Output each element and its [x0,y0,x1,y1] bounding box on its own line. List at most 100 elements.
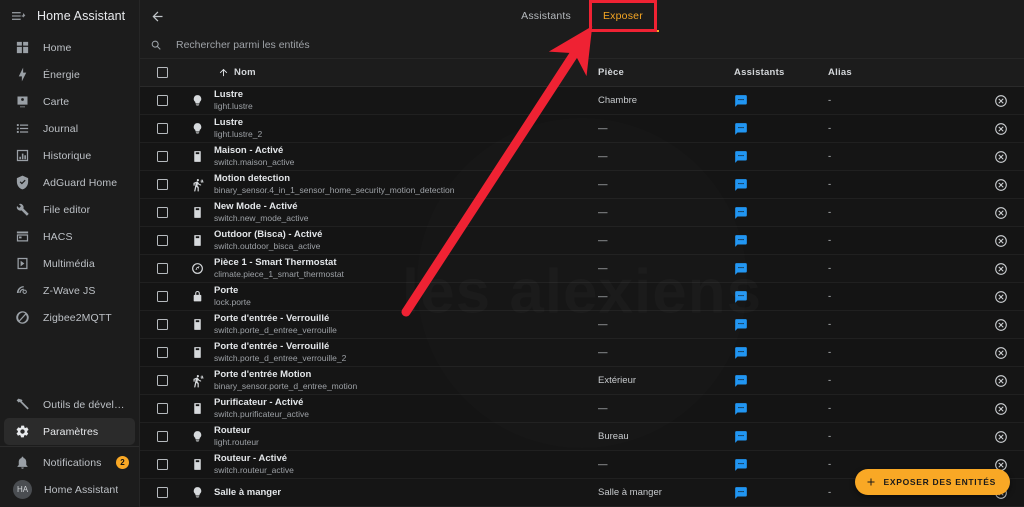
row-checkbox-cell [140,403,184,414]
sidebar-item-energie[interactable]: Énergie [4,61,135,88]
close-circle-icon[interactable] [994,94,1008,108]
close-circle-icon[interactable] [994,150,1008,164]
table-row[interactable]: Routeur light.routeur Bureau - [140,423,1024,451]
sidebar-divider [0,446,139,447]
row-checkbox[interactable] [156,95,168,106]
table-row[interactable]: Pièce 1 - Smart Thermostat climate.piece_… [140,255,1024,283]
table-row[interactable]: Porte d'entrée - Verrouillé switch.porte_… [140,339,1024,367]
sidebar-item-home[interactable]: Home [4,34,135,61]
table-row[interactable]: Lustre light.lustre Chambre - [140,87,1024,115]
chat-bubble-icon[interactable] [734,233,749,248]
close-circle-icon[interactable] [994,318,1008,332]
entity-friendly-name: Porte d'entrée - Verrouillé [214,313,330,324]
entity-friendly-name: Salle à manger [214,486,282,498]
row-checkbox[interactable] [156,179,168,190]
close-circle-icon[interactable] [994,122,1008,136]
sidebar-item-parametres[interactable]: Paramètres [4,418,135,445]
row-checkbox[interactable] [156,319,168,330]
close-circle-icon[interactable] [994,234,1008,248]
close-circle-icon[interactable] [994,262,1008,276]
sidebar: Home Assistant Home Énergie Carte Journa… [0,0,140,507]
sidebar-item-historique[interactable]: Historique [4,142,135,169]
column-header-alias[interactable]: Alias [828,67,978,78]
table-row[interactable]: Purificateur - Activé switch.purificateur… [140,395,1024,423]
chat-bubble-icon[interactable] [734,457,749,472]
main-content: Assistants Exposer les alexiens [140,0,1024,507]
row-checkbox[interactable] [156,375,168,386]
chat-bubble-icon[interactable] [734,345,749,360]
sidebar-item-label: Zigbee2MQTT [43,311,112,324]
sidebar-item-label: Notifications [43,456,102,469]
entity-friendly-name: Routeur [214,425,251,436]
chat-bubble-icon[interactable] [734,485,749,500]
chat-bubble-icon[interactable] [734,429,749,444]
sidebar-item-multimedia[interactable]: Multimédia [4,250,135,277]
sidebar-item-carte[interactable]: Carte [4,88,135,115]
row-checkbox[interactable] [156,459,168,470]
row-checkbox[interactable] [156,123,168,134]
entity-name-cell: Pièce 1 - Smart Thermostat climate.piece_… [210,257,598,280]
sidebar-item-notifications[interactable]: Notifications 2 [4,449,135,476]
chat-bubble-icon[interactable] [734,149,749,164]
tab-exposer[interactable]: Exposer [586,0,659,32]
table-row[interactable]: Motion detection binary_sensor.4_in_1_sen… [140,171,1024,199]
sidebar-item-zigbee2mqtt[interactable]: Zigbee2MQTT [4,304,135,331]
close-circle-icon[interactable] [994,206,1008,220]
chat-bubble-icon[interactable] [734,205,749,220]
table-row[interactable]: Lustre light.lustre_2— - [140,115,1024,143]
entity-assistants-cell [734,205,828,220]
close-circle-icon[interactable] [994,178,1008,192]
column-header-piece[interactable]: Pièce [598,67,734,78]
row-checkbox[interactable] [156,291,168,302]
chat-bubble-icon[interactable] [734,373,749,388]
row-checkbox[interactable] [156,431,168,442]
chat-bubble-icon[interactable] [734,401,749,416]
row-checkbox[interactable] [156,151,168,162]
sidebar-item-user-profile[interactable]: HA Home Assistant [4,476,135,503]
chat-bubble-icon[interactable] [734,177,749,192]
sidebar-item-journal[interactable]: Journal [4,115,135,142]
entity-area: Bureau [598,431,629,442]
row-checkbox[interactable] [156,487,168,498]
row-checkbox-cell [140,151,184,162]
row-checkbox[interactable] [156,263,168,274]
table-row[interactable]: Porte d'entrée - Verrouillé switch.porte_… [140,311,1024,339]
table-row[interactable]: Porte lock.porte — - [140,283,1024,311]
arrow-left-icon[interactable] [140,0,174,32]
search-input[interactable] [176,39,1024,51]
chat-bubble-icon[interactable] [734,93,749,108]
hamburger-icon[interactable] [9,7,27,25]
row-checkbox[interactable] [156,347,168,358]
expose-entities-fab[interactable]: EXPOSER DES ENTITÉS [854,469,1010,495]
sidebar-item-outils-de-developpement[interactable]: Outils de développement [4,391,135,418]
close-circle-icon[interactable] [994,430,1008,444]
select-all-checkbox[interactable] [156,67,168,78]
sidebar-title: Home Assistant [37,9,126,23]
row-checkbox[interactable] [156,403,168,414]
chat-bubble-icon[interactable] [734,317,749,332]
sidebar-item-z-wave-js[interactable]: Z-Wave JS [4,277,135,304]
column-header-name[interactable]: Nom [210,67,598,78]
entity-assistants-cell [734,93,828,108]
chat-bubble-icon[interactable] [734,261,749,276]
close-circle-icon[interactable] [994,402,1008,416]
close-circle-icon[interactable] [994,346,1008,360]
table-row[interactable]: Maison - Activé switch.maison_active — - [140,143,1024,171]
close-circle-icon[interactable] [994,374,1008,388]
chat-bubble-icon[interactable] [734,289,749,304]
sidebar-item-hacs[interactable]: HACS [4,223,135,250]
close-circle-icon[interactable] [994,290,1008,304]
sidebar-item-adguard-home[interactable]: AdGuard Home [4,169,135,196]
column-header-assistants[interactable]: Assistants [734,67,828,78]
entity-assistants-cell [734,373,828,388]
sidebar-item-file-editor[interactable]: File editor [4,196,135,223]
remove-entity-cell [978,262,1024,276]
table-row[interactable]: Porte d'entrée Motion binary_sensor.porte… [140,367,1024,395]
table-row[interactable]: New Mode - Activé switch.new_mode_active —… [140,199,1024,227]
lightbulb-icon [184,486,210,499]
row-checkbox[interactable] [156,207,168,218]
table-row[interactable]: Outdoor (Bisca) - Activé switch.outdoor_b… [140,227,1024,255]
row-checkbox[interactable] [156,235,168,246]
chat-bubble-icon[interactable] [734,121,749,136]
tab-assistants[interactable]: Assistants [505,0,587,32]
